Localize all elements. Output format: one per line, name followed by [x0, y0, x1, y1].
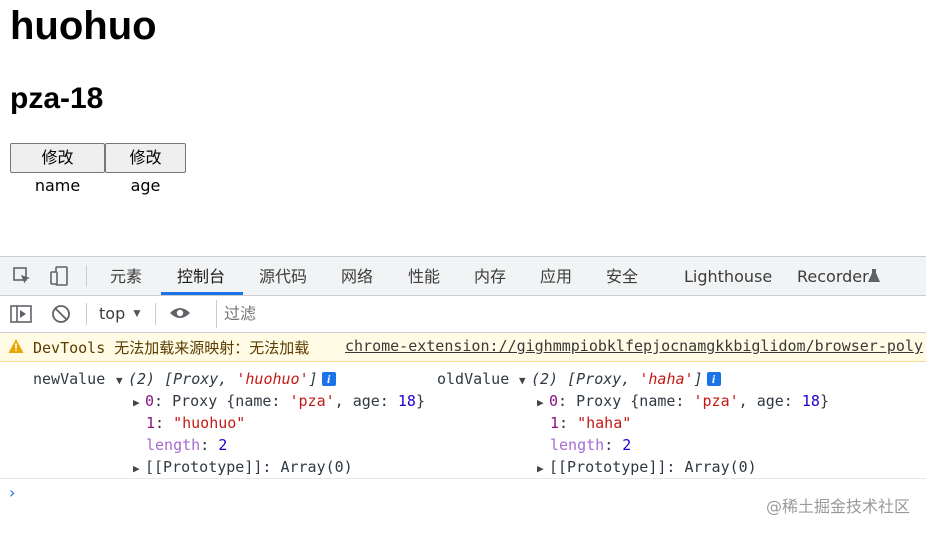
- tab-performance[interactable]: 性能: [408, 257, 440, 295]
- device-toolbar-icon[interactable]: [49, 266, 69, 286]
- old-item-0[interactable]: ▶ 0: Proxy {name: 'pza', age: 18}: [537, 392, 829, 410]
- new-length: length: 2: [146, 436, 228, 454]
- tab-sources[interactable]: 源代码: [259, 257, 307, 295]
- watermark: @稀土掘金技术社区: [765, 497, 910, 516]
- console-divider: [0, 478, 926, 479]
- new-prototype[interactable]: ▶ [[Prototype]]: Array(0): [133, 458, 353, 476]
- expand-triangle-icon[interactable]: ▼: [116, 374, 128, 387]
- toolbar-divider: [155, 303, 156, 325]
- console-prompt[interactable]: ›: [9, 483, 15, 502]
- change-age-button[interactable]: 修改age: [105, 143, 186, 195]
- info-icon[interactable]: i: [706, 372, 721, 386]
- tab-console[interactable]: 控制台: [177, 257, 225, 295]
- old-prototype[interactable]: ▶ [[Prototype]]: Array(0): [537, 458, 757, 476]
- tab-recorder[interactable]: Recorder: [797, 257, 869, 295]
- old-item-1: 1: "haha": [550, 414, 632, 432]
- devtools-tabbar: 元素 控制台 源代码 网络 性能 内存 应用 安全 Lighthouse Rec…: [0, 257, 926, 296]
- tab-security[interactable]: 安全: [606, 257, 638, 295]
- old-value-summary[interactable]: ▼ (2) [Proxy, 'haha'] i: [519, 370, 721, 388]
- expand-triangle-icon[interactable]: ▶: [133, 396, 145, 409]
- filter-input[interactable]: [222, 303, 826, 324]
- toolbar-divider: [86, 303, 87, 325]
- old-length: length: 2: [550, 436, 632, 454]
- info-icon[interactable]: i: [321, 372, 336, 386]
- new-item-0[interactable]: ▶ 0: Proxy {name: 'pza', age: 18}: [133, 392, 425, 410]
- console-toolbar: top ▼: [0, 296, 926, 333]
- tab-memory[interactable]: 内存: [474, 257, 506, 295]
- tab-network[interactable]: 网络: [341, 257, 373, 295]
- page-content: huohuo pza-18 修改name 修改age: [0, 0, 926, 256]
- tab-lighthouse[interactable]: Lighthouse: [684, 257, 772, 295]
- inspect-element-icon[interactable]: [12, 266, 32, 286]
- toolbar-divider: [86, 265, 87, 287]
- warning-text: DevTools 无法加载来源映射：无法加载: [33, 339, 310, 357]
- new-item-1: 1: "huohuo": [146, 414, 246, 432]
- expand-triangle-icon[interactable]: ▶: [537, 462, 549, 475]
- new-value-label: newValue: [33, 370, 106, 388]
- expand-triangle-icon[interactable]: ▼: [519, 374, 531, 387]
- tab-application[interactable]: 应用: [540, 257, 572, 295]
- filter-box: [216, 300, 926, 328]
- sourcemap-warning: DevTools 无法加载来源映射：无法加载 chrome-extension:…: [0, 333, 926, 362]
- old-value-label: oldValue: [437, 370, 510, 388]
- heading-name: huohuo: [10, 4, 157, 48]
- experiment-flask-icon: [868, 269, 880, 282]
- change-name-button[interactable]: 修改name: [10, 143, 105, 195]
- warning-icon: [8, 339, 24, 353]
- active-tab-indicator: [161, 292, 243, 295]
- devtools-panel: 元素 控制台 源代码 网络 性能 内存 应用 安全 Lighthouse Rec…: [0, 256, 926, 533]
- sidebar-toggle-icon[interactable]: [10, 304, 32, 324]
- expand-triangle-icon[interactable]: ▶: [133, 462, 145, 475]
- warning-link[interactable]: chrome-extension://gighmmpiobklfepjocnam…: [345, 337, 923, 355]
- chevron-down-icon[interactable]: ▼: [131, 306, 143, 320]
- new-value-summary[interactable]: ▼ (2) [Proxy, 'huohuo'] i: [116, 370, 336, 388]
- expand-triangle-icon[interactable]: ▶: [537, 396, 549, 409]
- heading-name-age: pza-18: [10, 82, 104, 115]
- context-selector[interactable]: top: [99, 304, 125, 323]
- tab-elements[interactable]: 元素: [110, 257, 142, 295]
- eye-icon[interactable]: [169, 306, 191, 320]
- clear-console-icon[interactable]: [51, 304, 71, 324]
